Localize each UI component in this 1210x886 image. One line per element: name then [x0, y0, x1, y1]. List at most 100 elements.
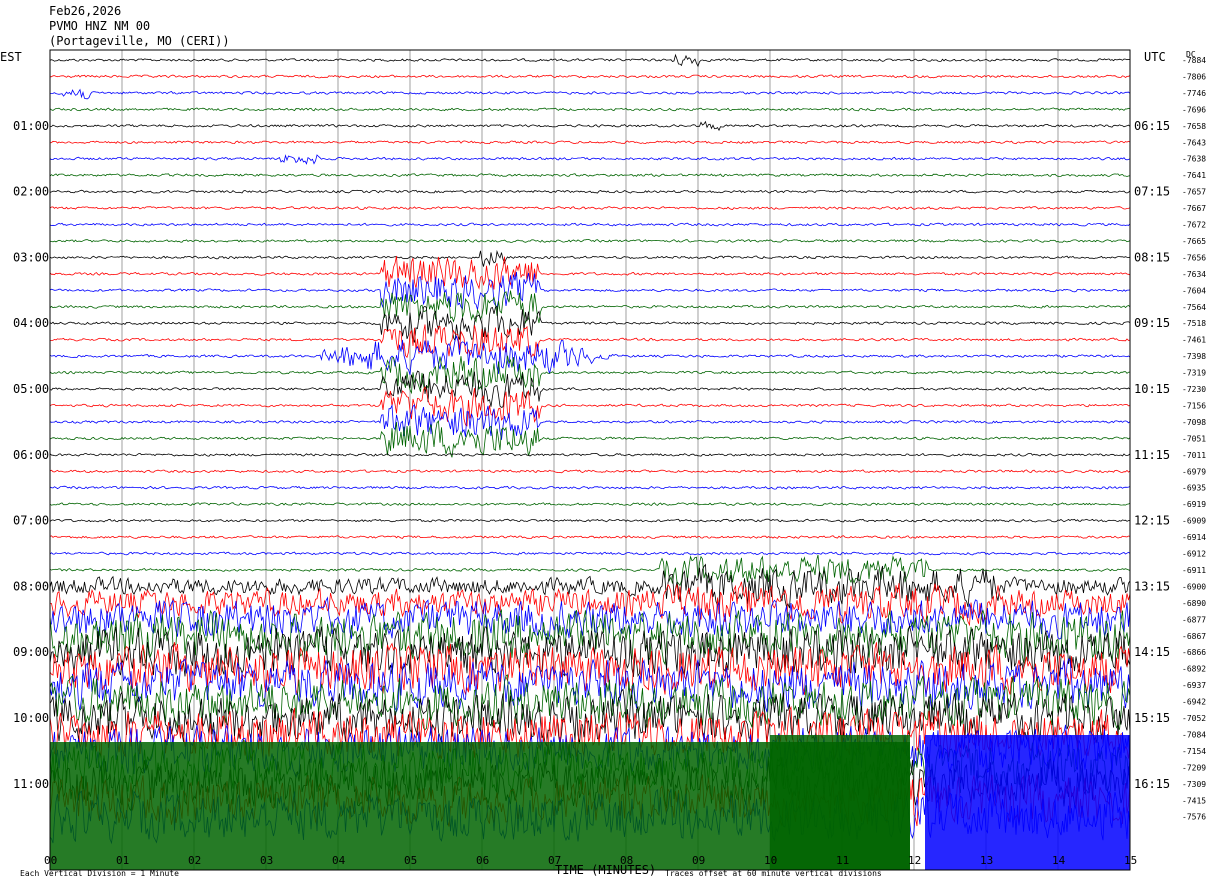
dc-offset-label: -7564	[1182, 303, 1206, 312]
dc-offset-label: -7657	[1182, 188, 1206, 197]
left-hour-label: 02:00	[13, 185, 49, 199]
dc-offset-label: -7398	[1182, 352, 1206, 361]
trace-line-10	[49, 222, 1131, 227]
left-hour-label: 03:00	[13, 250, 49, 264]
dc-offset-label: -7604	[1182, 286, 1206, 295]
right-hour-label: 06:15	[1134, 119, 1170, 133]
dc-offset-label: -7576	[1182, 813, 1206, 822]
trace-line-24	[49, 452, 1131, 457]
trace-line-18	[49, 334, 1131, 376]
saturation-band-blue	[925, 735, 1130, 870]
helicorder-chart: EST UTC DC 01:0002:0003:0004:0005:0006:0…	[0, 49, 1206, 878]
trace-line-12	[49, 249, 1131, 267]
dc-offset-label: -6914	[1182, 533, 1206, 542]
dc-offset-label: -6937	[1182, 681, 1206, 690]
trace-line-22	[49, 403, 1131, 440]
dc-offset-label: -7643	[1182, 138, 1206, 147]
dc-offset-label: -6892	[1182, 665, 1206, 674]
dc-offset-label: -6912	[1182, 550, 1206, 559]
trace-line-4	[49, 120, 1131, 132]
dc-offset-label: -7667	[1182, 204, 1206, 213]
trace-line-9	[49, 206, 1131, 210]
dc-offset-label: -6909	[1182, 517, 1206, 526]
dc-offset-label: -7156	[1182, 401, 1206, 410]
trace-line-37	[49, 642, 1131, 696]
trace-line-38	[49, 658, 1131, 713]
x-tick-15: 15	[1124, 854, 1137, 867]
trace-line-21	[49, 386, 1131, 427]
x-tick-10: 10	[764, 854, 777, 867]
dc-offset-label: -7806	[1182, 72, 1206, 81]
left-axis-label: EST	[0, 50, 22, 64]
dc-offset-label: -7309	[1182, 780, 1206, 789]
dc-offset-label: -7230	[1182, 385, 1206, 394]
trace-line-8	[49, 189, 1131, 194]
dc-offset-label: -6942	[1182, 698, 1206, 707]
right-hour-label: 07:15	[1134, 185, 1170, 199]
left-hour-label: 01:00	[13, 119, 49, 133]
dc-offset-label: -7011	[1182, 451, 1206, 460]
trace-line-2	[49, 88, 1131, 100]
x-axis-label: TIME (MINUTES)	[555, 863, 656, 877]
dc-offset-label: -7634	[1182, 270, 1206, 279]
dc-offset-label: -7052	[1182, 714, 1206, 723]
x-tick-11: 11	[836, 854, 849, 867]
x-tick-14: 14	[1052, 854, 1066, 867]
trace-line-15	[49, 290, 1131, 325]
x-tick-03: 03	[260, 854, 273, 867]
trace-line-23	[49, 420, 1131, 458]
footer-right: Traces offset at 60 minute vertical divi…	[665, 869, 882, 878]
dc-offset-label: -7641	[1182, 171, 1206, 180]
dc-offset-label: -7084	[1182, 730, 1206, 739]
left-hour-labels: 01:00 02:00 03:00 04:00 05:00 06:00 07:00 08:00…	[13, 119, 49, 791]
left-hour-label: 05:00	[13, 382, 49, 396]
dc-offset-label: -7098	[1182, 418, 1206, 427]
right-hour-label: 12:15	[1134, 514, 1170, 528]
trace-line-27	[49, 502, 1131, 507]
trace-line-20	[49, 370, 1131, 408]
x-tick-05: 05	[404, 854, 417, 867]
trace-group	[49, 53, 1131, 870]
x-tick-04: 04	[332, 854, 346, 867]
trace-line-19	[49, 355, 1131, 395]
dc-offset-label: -6979	[1182, 467, 1206, 476]
trace-line-3	[49, 107, 1131, 112]
trace-line-11	[49, 238, 1131, 243]
x-tick-01: 01	[116, 854, 129, 867]
dc-offset-label: -6867	[1182, 632, 1206, 641]
trace-line-31	[49, 554, 1131, 587]
trace-line-32	[49, 563, 1131, 609]
dc-offset-label: -7209	[1182, 763, 1206, 772]
trace-line-16	[49, 305, 1131, 343]
right-hour-label: 16:15	[1134, 777, 1170, 791]
dc-offset-label: -6890	[1182, 599, 1206, 608]
dc-offset-label: -6866	[1182, 648, 1206, 657]
x-tick-13: 13	[980, 854, 993, 867]
dc-offset-label: -7051	[1182, 434, 1206, 443]
dc-offset-label: -6900	[1182, 582, 1206, 591]
right-hour-label: 08:15	[1134, 250, 1170, 264]
dc-offset-label: -7656	[1182, 253, 1206, 262]
trace-line-29	[49, 535, 1131, 539]
trace-line-1	[49, 74, 1131, 79]
trace-line-14	[49, 271, 1131, 310]
x-tick-00: 00	[44, 854, 57, 867]
dc-offset-label: -6935	[1182, 484, 1206, 493]
dc-offset-label: -7658	[1182, 122, 1206, 131]
dc-offset-label: -7746	[1182, 89, 1206, 98]
right-hour-label: 09:15	[1134, 316, 1170, 330]
left-hour-label: 10:00	[13, 711, 49, 725]
dc-offset-label: -6911	[1182, 566, 1206, 575]
trace-line-28	[49, 518, 1131, 523]
dc-offset-label: -7154	[1182, 747, 1206, 756]
dc-offset-label: -6877	[1182, 615, 1206, 624]
x-tick-06: 06	[476, 854, 489, 867]
trace-line-13	[49, 255, 1131, 290]
dc-offset-label: -7415	[1182, 796, 1206, 805]
dc-offset-label: -7665	[1182, 237, 1206, 246]
right-hour-labels: 06:15 07:15 08:15 09:15 10:15 11:15 12:15 13:15…	[1134, 119, 1170, 791]
right-hour-label: 11:15	[1134, 448, 1170, 462]
x-tick-12: 12	[908, 854, 921, 867]
trace-line-5	[49, 140, 1131, 145]
dc-offset-label: -6919	[1182, 500, 1206, 509]
